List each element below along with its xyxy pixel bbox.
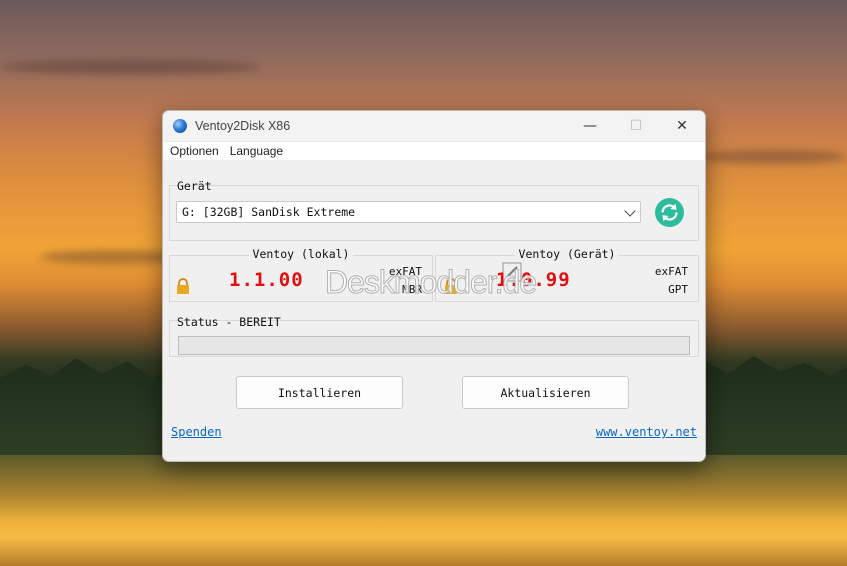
menu-optionen[interactable]: Optionen <box>170 144 219 158</box>
device-partition-style: GPT <box>668 283 688 296</box>
maximize-button[interactable]: ☐ <box>613 111 659 141</box>
device-version-title: Ventoy (Gerät) <box>514 247 620 261</box>
device-selected-value: G: [32GB] SanDisk Extreme <box>182 205 356 219</box>
local-version-number: 1.1.00 <box>229 269 304 291</box>
status-label: Status - BEREIT <box>177 315 281 329</box>
refresh-icon <box>661 203 678 222</box>
lake-reflection <box>0 455 847 566</box>
minimize-button[interactable]: — <box>567 111 613 141</box>
device-select[interactable]: G: [32GB] SanDisk Extreme <box>176 201 641 223</box>
install-button[interactable]: Installieren <box>236 376 403 409</box>
website-link[interactable]: www.ventoy.net <box>596 425 697 439</box>
close-button[interactable]: ✕ <box>659 111 705 141</box>
lock-icon <box>177 278 189 294</box>
device-label: Gerät <box>177 179 212 193</box>
chevron-down-icon <box>624 205 636 217</box>
title-bar[interactable]: Ventoy2Disk X86 — ☐ ✕ <box>163 111 705 142</box>
ventoy-app-icon <box>173 119 187 133</box>
progress-bar <box>178 336 690 355</box>
refresh-button[interactable] <box>655 198 684 227</box>
cloud-streak <box>700 150 847 164</box>
menu-language[interactable]: Language <box>230 144 283 158</box>
update-button[interactable]: Aktualisieren <box>462 376 629 409</box>
lock-icon <box>445 278 457 294</box>
local-partition-style: MBR <box>402 283 422 296</box>
device-filesystem: exFAT <box>654 265 688 278</box>
local-filesystem: exFAT <box>388 265 422 278</box>
local-version-box: Ventoy (lokal) 1.1.00 exFAT MBR <box>169 247 433 302</box>
device-version-number: 1.0.99 <box>496 269 571 291</box>
local-version-title: Ventoy (lokal) <box>248 247 354 261</box>
cloud-streak <box>0 60 260 74</box>
menu-bar: Optionen Language <box>163 142 705 160</box>
device-version-box: Ventoy (Gerät) 1.0.99 exFAT GPT <box>435 247 699 302</box>
main-content: Gerät G: [32GB] SanDisk Extreme Ventoy (… <box>163 160 705 461</box>
ventoy-window: Ventoy2Disk X86 — ☐ ✕ Optionen Language … <box>162 110 706 462</box>
window-title: Ventoy2Disk X86 <box>195 119 291 133</box>
donate-link[interactable]: Spenden <box>171 425 222 439</box>
